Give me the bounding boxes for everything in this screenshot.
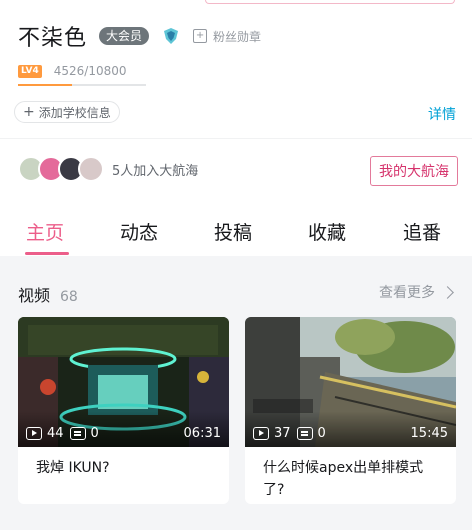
my-voyage-button[interactable]: 我的大航海 [370, 156, 458, 186]
see-more-label: 查看更多 [379, 285, 435, 301]
danmaku-count: 0 [317, 426, 326, 441]
level-row: LV4 4526/10800 [18, 64, 127, 78]
section-title: 视频 [18, 286, 51, 305]
voyage-joined-text: 5人加入大航海 [112, 163, 199, 179]
exp-progress-fill [18, 84, 72, 86]
video-title: 我焯 IKUN? [36, 460, 110, 476]
profile-tabs: 主页 动态 投稿 收藏 追番 [0, 200, 472, 256]
exp-progress-bar [18, 84, 146, 86]
play-count-icon [253, 427, 269, 440]
video-stats: 44 0 [26, 426, 99, 441]
tab-home[interactable]: 主页 [26, 218, 64, 245]
divider [0, 138, 472, 139]
medal-icon: + [193, 29, 208, 43]
medal-label: 粉丝勋章 [213, 29, 262, 44]
play-count: 44 [47, 426, 64, 441]
add-school-label: 添加学校信息 [38, 105, 111, 120]
video-card[interactable]: 37 0 15:45 什么时候apex出单排模式了? [245, 317, 456, 504]
play-count: 37 [274, 426, 291, 441]
plus-icon: + [23, 104, 35, 120]
tab-anime[interactable]: 追番 [403, 218, 441, 245]
video-stats: 37 0 [253, 426, 326, 441]
vip-badge[interactable]: 大会员 [99, 27, 150, 45]
video-card[interactable]: 44 0 06:31 我焯 IKUN? [18, 317, 229, 504]
school-row: + 添加学校信息 [14, 101, 120, 123]
add-school-button[interactable]: + 添加学校信息 [14, 101, 120, 123]
video-duration: 06:31 [183, 426, 221, 441]
video-count: 68 [60, 289, 78, 305]
tab-indicator [25, 252, 69, 255]
detail-link[interactable]: 详情 [428, 104, 456, 124]
tab-submissions[interactable]: 投稿 [214, 218, 252, 245]
fan-medal[interactable]: + 粉丝勋章 [193, 28, 261, 45]
home-content: 视频 68 查看更多 44 0 06:31 我焯 IKUN? 37 0 15:4… [0, 256, 472, 530]
see-more-link[interactable]: 查看更多 [379, 282, 454, 302]
videos-section-header: 视频 68 [18, 282, 78, 306]
play-count-icon [26, 427, 42, 440]
danmaku-icon [69, 427, 86, 440]
voyage-row[interactable]: 5人加入大航海 [18, 156, 198, 182]
name-row: 不柒色 大会员 + 粉丝勋章 [18, 22, 261, 51]
tab-favorites[interactable]: 收藏 [308, 218, 346, 245]
tab-dynamics[interactable]: 动态 [120, 218, 158, 245]
video-thumbnail: 37 0 15:45 [245, 317, 456, 447]
member-avatars [18, 156, 104, 182]
video-title: 什么时候apex出单排模式了? [263, 460, 424, 498]
profile-header: 不柒色 大会员 + 粉丝勋章 LV4 4526/10800 + 添加学校信息 详… [0, 0, 472, 201]
avatar [78, 156, 104, 182]
danmaku-icon [296, 427, 313, 440]
video-duration: 15:45 [410, 426, 448, 441]
exp-text: 4526/10800 [53, 64, 127, 78]
username: 不柒色 [18, 26, 88, 51]
shield-icon[interactable] [161, 26, 181, 46]
video-thumbnail: 44 0 06:31 [18, 317, 229, 447]
danmaku-count: 0 [90, 426, 99, 441]
level-badge: LV4 [18, 64, 42, 78]
chevron-right-icon [441, 285, 454, 299]
